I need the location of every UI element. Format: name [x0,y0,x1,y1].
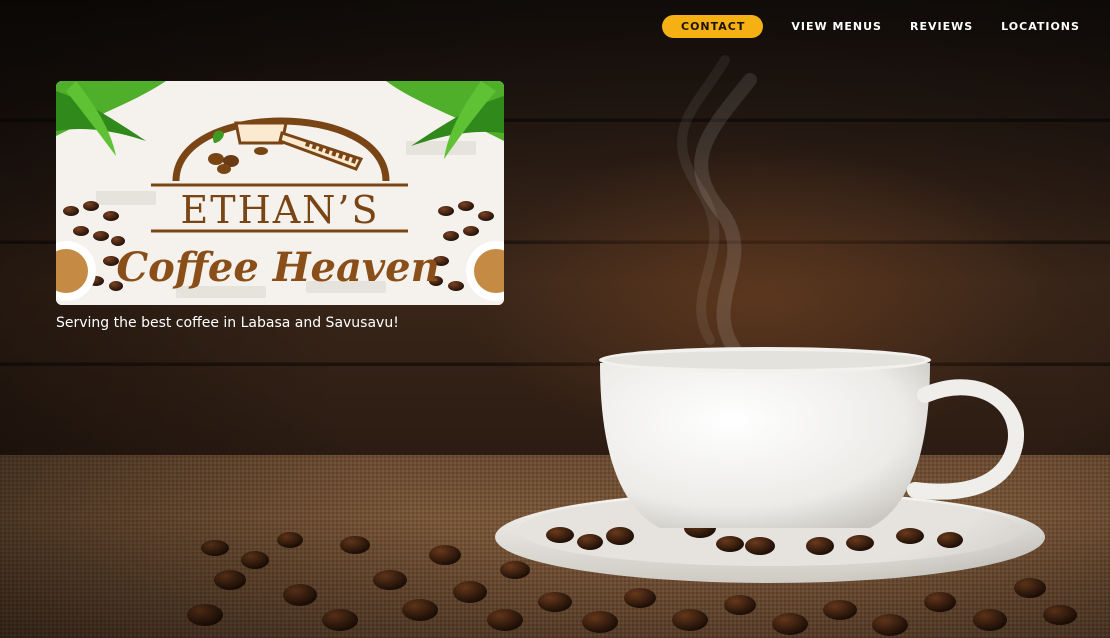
main-nav: CONTACT VIEW MENUS REVIEWS LOCATIONS [662,15,1080,38]
nav-link-locations[interactable]: LOCATIONS [1001,20,1080,33]
brand-logo: ETHAN’S Coffee Heaven [56,81,504,305]
logo-graphic: ETHAN’S Coffee Heaven [56,81,504,305]
contact-button[interactable]: CONTACT [662,15,764,38]
logo-name-line2: Coffee Heaven [116,244,439,291]
nav-link-view-menus[interactable]: VIEW MENUS [791,20,882,33]
page: CONTACT VIEW MENUS REVIEWS LOCATIONS ETH… [0,0,1110,638]
nav-link-reviews[interactable]: REVIEWS [910,20,973,33]
logo-name-line1: ETHAN’S [180,188,379,232]
hero-tagline: Serving the best coffee in Labasa and Sa… [56,315,399,331]
